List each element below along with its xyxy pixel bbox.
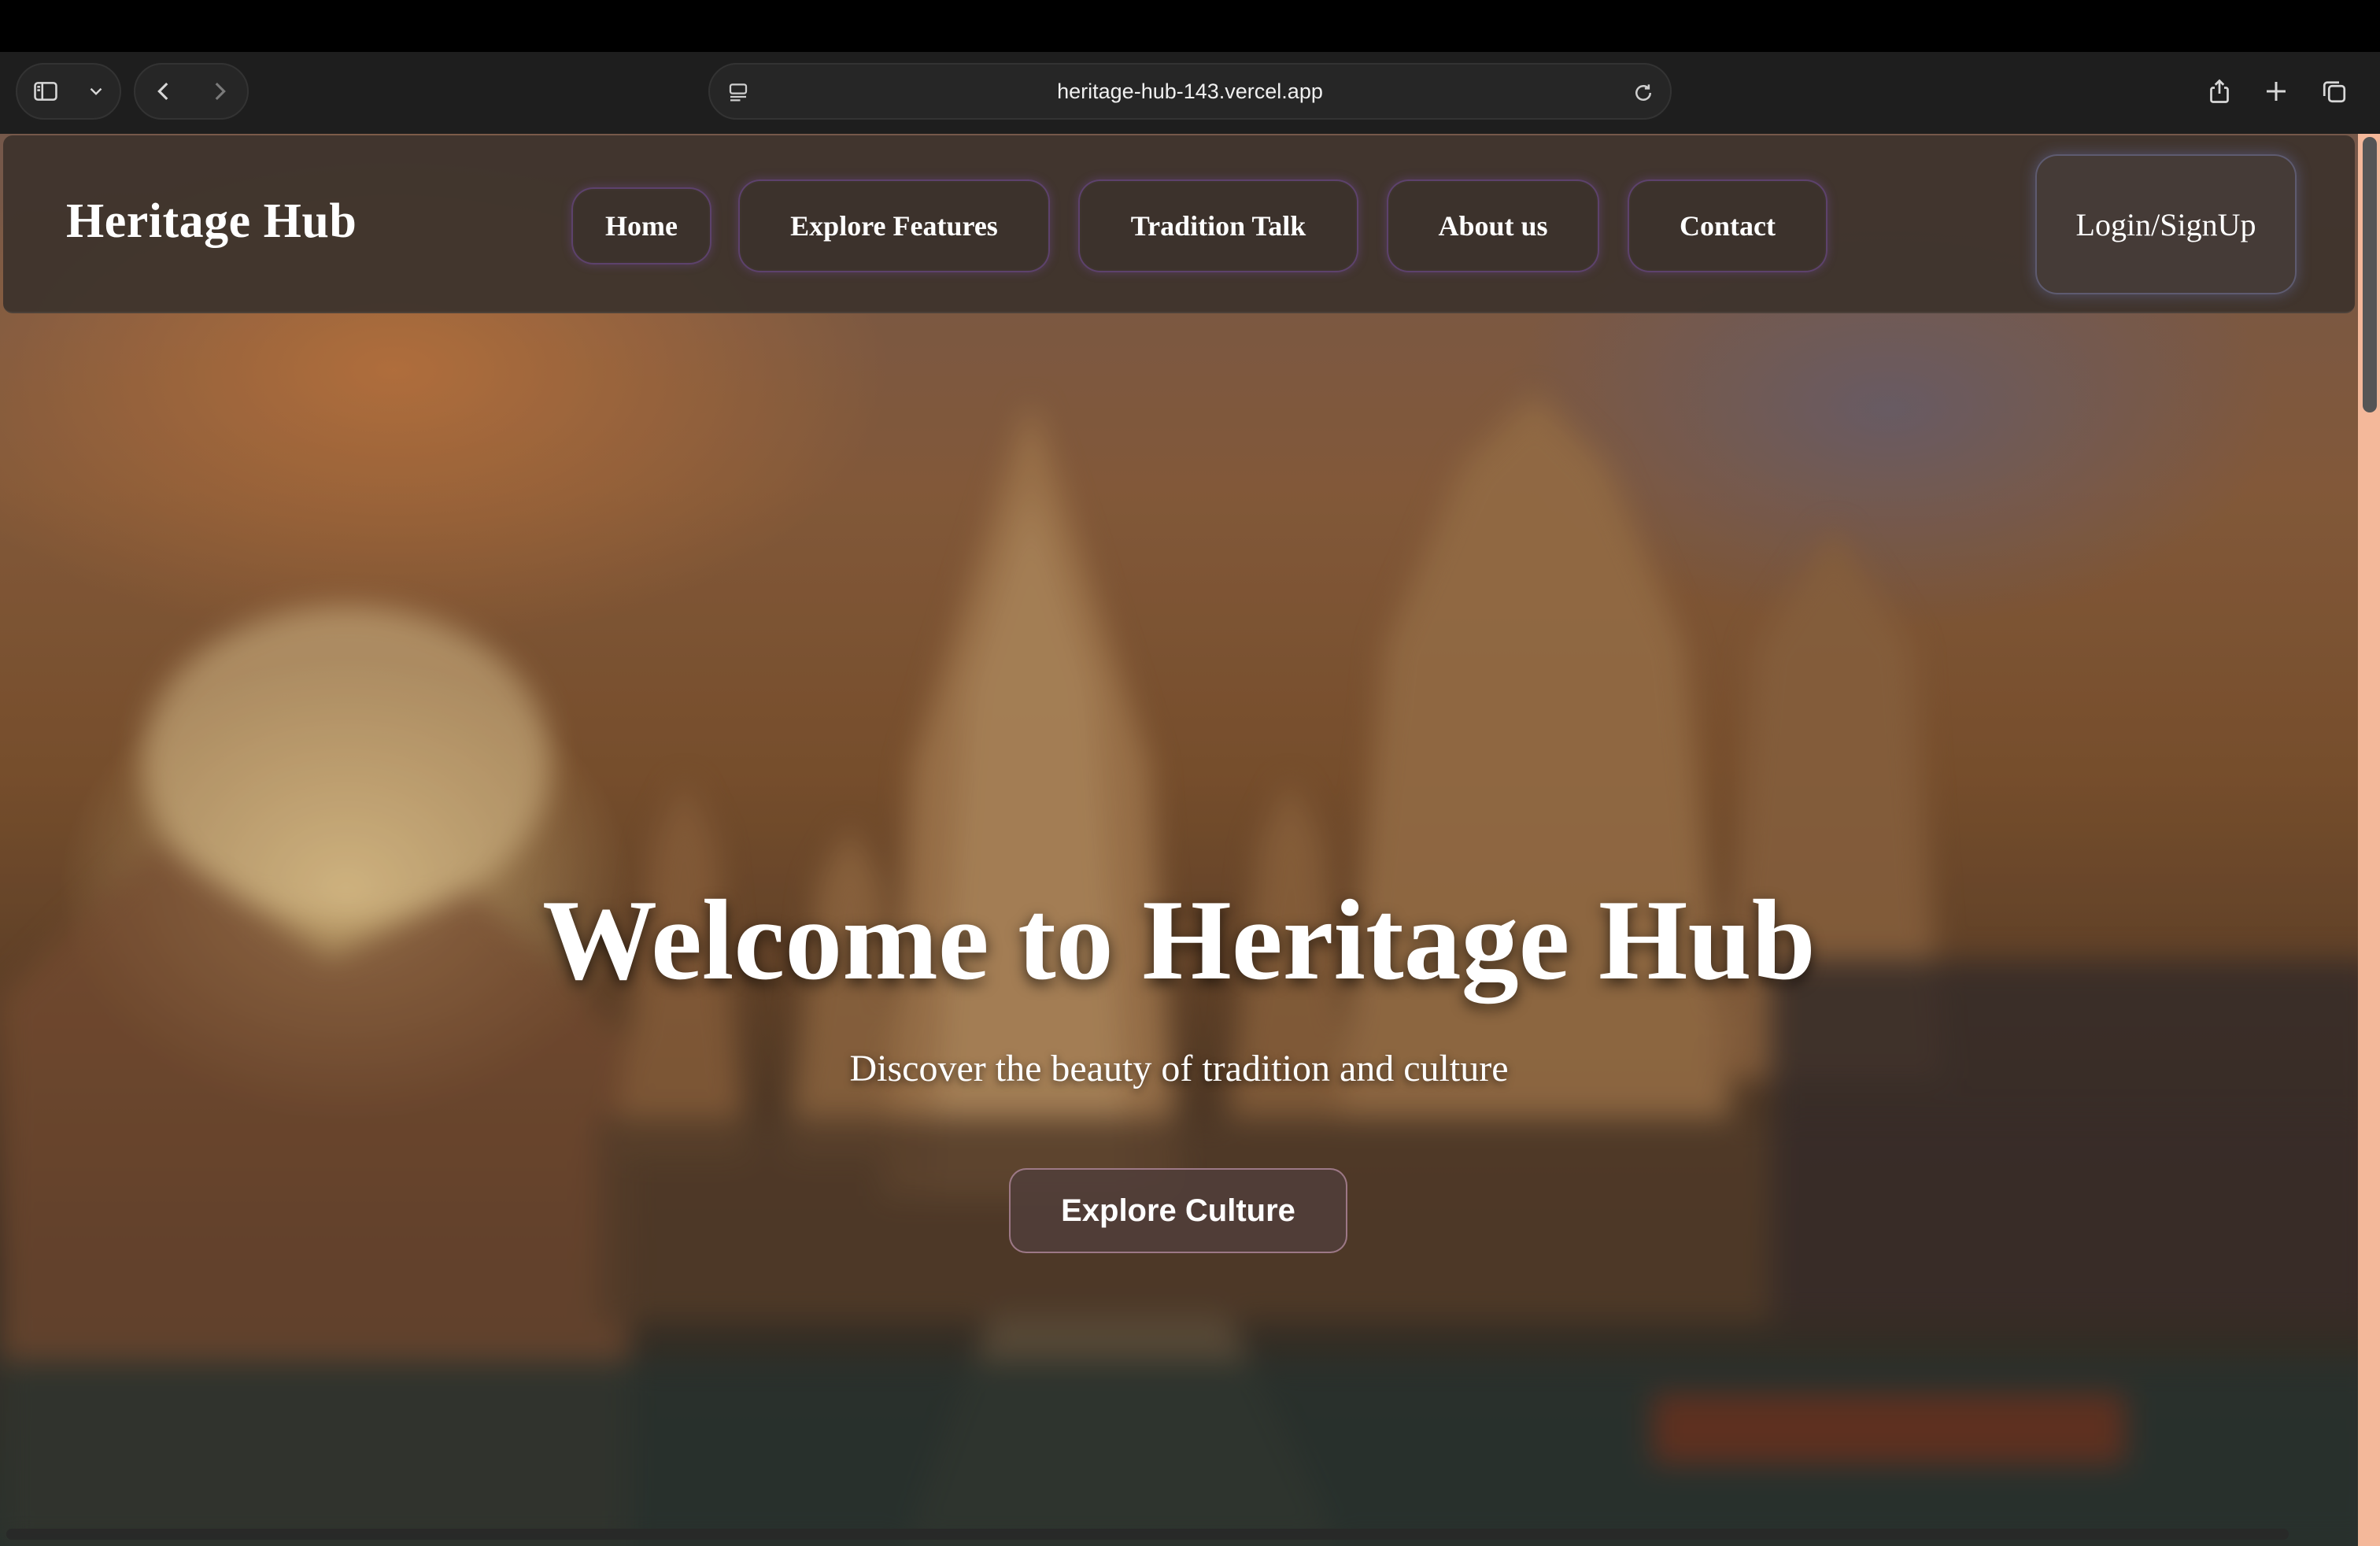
vertical-scrollbar[interactable] bbox=[2358, 134, 2380, 1546]
forward-arrow-icon[interactable] bbox=[191, 63, 247, 120]
address-bar[interactable]: heritage-hub-143.vercel.app bbox=[708, 63, 1672, 120]
history-nav-group bbox=[134, 63, 249, 120]
explore-culture-button[interactable]: Explore Culture bbox=[1009, 1168, 1347, 1253]
back-arrow-icon[interactable] bbox=[135, 63, 191, 120]
hero-title: Welcome to Heritage Hub bbox=[542, 876, 1816, 1004]
nav-link-about-us[interactable]: About us bbox=[1387, 179, 1599, 272]
sidebar-icon[interactable] bbox=[17, 63, 74, 120]
plus-icon[interactable] bbox=[2254, 69, 2298, 113]
chevron-down-icon[interactable] bbox=[74, 63, 118, 120]
brand-logo[interactable]: Heritage Hub bbox=[66, 194, 357, 250]
url-text: heritage-hub-143.vercel.app bbox=[1057, 79, 1323, 103]
page-viewport: Heritage Hub Home Explore Features Tradi… bbox=[0, 134, 2380, 1546]
nav-link-explore-features[interactable]: Explore Features bbox=[738, 179, 1050, 272]
scrollbar-thumb[interactable] bbox=[2363, 137, 2377, 412]
page-settings-icon[interactable] bbox=[721, 76, 756, 110]
horizontal-scrollbar[interactable] bbox=[6, 1529, 2289, 1540]
nav-link-tradition-talk[interactable]: Tradition Talk bbox=[1078, 179, 1358, 272]
nav-link-contact[interactable]: Contact bbox=[1628, 179, 1828, 272]
sidebar-control-group bbox=[16, 63, 121, 120]
hero-overlay bbox=[0, 134, 2380, 1546]
login-signup-button[interactable]: Login/SignUp bbox=[2035, 154, 2297, 294]
tabs-overview-icon[interactable] bbox=[2312, 69, 2356, 113]
share-icon[interactable] bbox=[2197, 69, 2241, 113]
reload-icon[interactable] bbox=[1624, 74, 1662, 112]
hero-subtitle: Discover the beauty of tradition and cul… bbox=[849, 1048, 1509, 1089]
site-navbar: Heritage Hub Home Explore Features Tradi… bbox=[3, 135, 2355, 313]
nav-link-home[interactable]: Home bbox=[571, 187, 711, 264]
browser-toolbar: heritage-hub-143.vercel.app bbox=[0, 52, 2380, 134]
browser-window: heritage-hub-143.vercel.app Heritage Hub… bbox=[0, 0, 2380, 1546]
window-top-bar bbox=[0, 0, 2380, 52]
